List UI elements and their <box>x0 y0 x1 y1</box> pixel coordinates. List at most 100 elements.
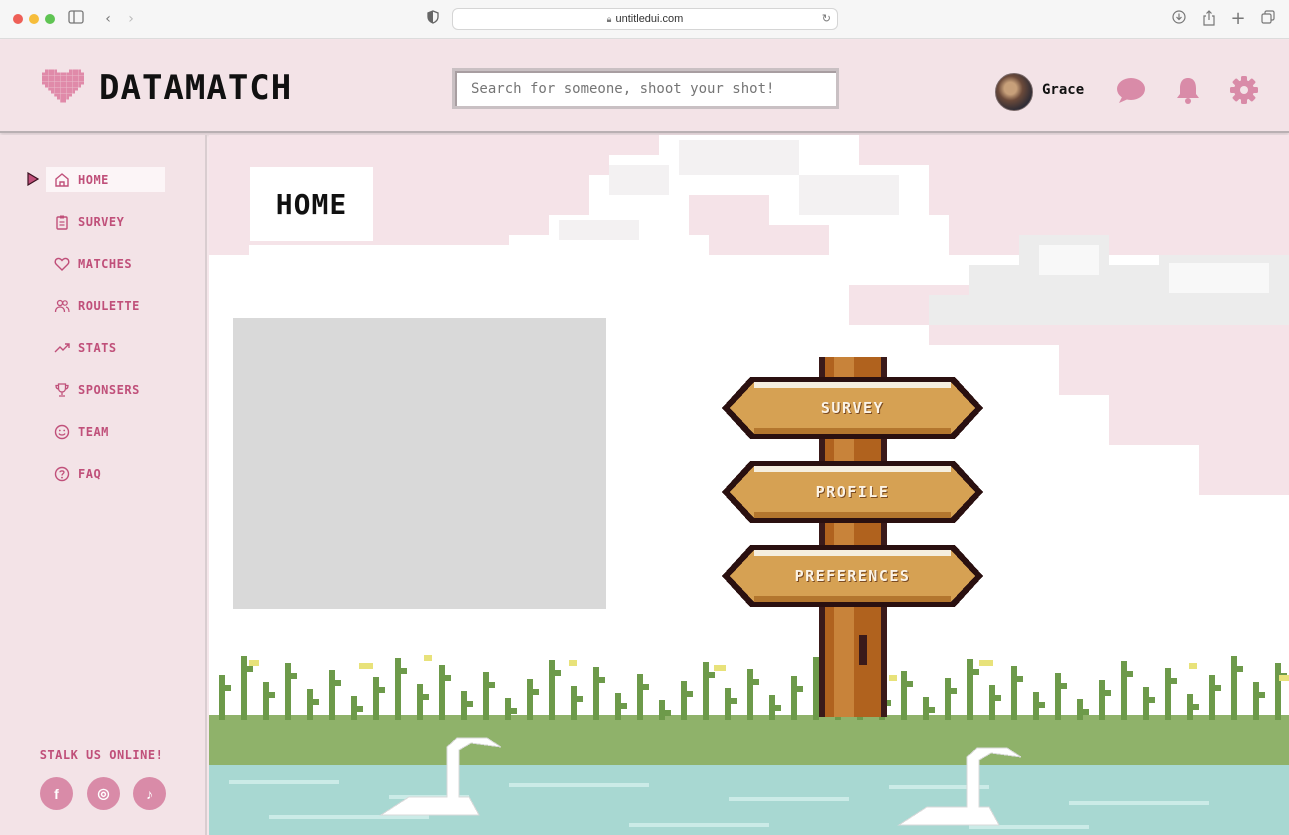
grass-blade <box>1231 656 1237 720</box>
sidebar-item-roulette[interactable]: ROULETTE <box>46 293 165 318</box>
home-icon <box>55 172 69 187</box>
grass-blade <box>307 689 313 720</box>
search-input[interactable] <box>452 68 839 109</box>
sidebar-item-label: FAQ <box>78 466 102 481</box>
chat-icon[interactable] <box>1116 75 1146 105</box>
reload-icon[interactable]: ↻ <box>822 12 831 25</box>
grass-blade <box>445 675 451 681</box>
sidebar: HOME SURVEY MATCHES ROULETTE STATS SPONS… <box>0 135 207 835</box>
facebook-icon: f <box>54 785 59 802</box>
sidebar-item-survey[interactable]: SURVEY <box>46 209 165 234</box>
shield-icon[interactable] <box>424 10 442 28</box>
sidebar-item-stats[interactable]: STATS <box>46 335 165 360</box>
forward-icon[interactable]: › <box>122 10 140 28</box>
grass-blade <box>659 700 665 720</box>
sidebar-item-label: ROULETTE <box>78 298 140 313</box>
grass-blade <box>621 703 627 709</box>
social-heading: STALK US ONLINE! <box>39 748 164 762</box>
sidebar-toggle-icon[interactable] <box>67 10 85 28</box>
grass-blade <box>285 663 291 720</box>
browser-toolbar: ‹ › 🔒︎ untitledui.com ↻ + <box>0 0 1289 39</box>
download-icon[interactable] <box>1170 10 1188 28</box>
image-placeholder <box>233 318 606 609</box>
trophy-icon <box>55 382 69 397</box>
back-icon[interactable]: ‹ <box>99 10 117 28</box>
grass-blade <box>263 682 269 720</box>
profile-sign-button[interactable]: PROFILE <box>720 459 985 525</box>
heart-logo-icon <box>42 69 84 106</box>
grass-blade <box>593 667 599 720</box>
sidebar-item-label: SURVEY <box>78 214 125 229</box>
grass-blade <box>901 671 907 720</box>
grass-blade <box>1055 673 1061 720</box>
close-window-button[interactable] <box>13 14 23 24</box>
sidebar-item-sponsers[interactable]: SPONSERS <box>46 377 165 402</box>
grass-blade <box>1017 676 1023 682</box>
instagram-button[interactable]: ◎ <box>87 777 120 810</box>
tab-overview-icon[interactable] <box>1259 10 1277 28</box>
grass-blade <box>797 686 803 692</box>
username[interactable]: Grace <box>1042 82 1084 98</box>
grass-blade <box>637 674 643 720</box>
grass-blade <box>1237 666 1243 672</box>
grass-blade <box>489 682 495 688</box>
grass-blade <box>599 677 605 683</box>
grass-blade <box>687 691 693 697</box>
url-bar[interactable]: 🔒︎ untitledui.com ↻ <box>452 8 838 30</box>
help-circle-icon <box>54 466 70 481</box>
grass-blade <box>929 707 935 713</box>
tiktok-button[interactable]: ♪ <box>133 777 166 810</box>
grass-blade <box>379 687 385 693</box>
grass-blade <box>527 679 533 720</box>
grass-blade <box>335 680 341 686</box>
sidebar-item-home[interactable]: HOME <box>46 167 165 192</box>
grass-blade <box>1193 704 1199 710</box>
grass-blade <box>247 666 253 672</box>
grass-blade <box>747 669 753 720</box>
grass-blade <box>967 659 973 720</box>
grass-blade <box>1077 699 1083 720</box>
survey-sign-button[interactable]: SURVEY <box>720 375 985 441</box>
grass-blade <box>291 673 297 679</box>
grass-blade <box>923 697 929 720</box>
grass-blade <box>511 708 517 714</box>
sidebar-item-team[interactable]: TEAM <box>46 419 165 444</box>
smile-icon <box>54 424 70 439</box>
grass-blade <box>973 669 979 675</box>
bell-icon[interactable] <box>1173 75 1203 105</box>
grass-blade <box>1083 709 1089 715</box>
page-title: HOME <box>275 187 348 221</box>
grass-blade <box>1061 683 1067 689</box>
grass-blade <box>549 660 555 720</box>
sidebar-item-faq[interactable]: FAQ <box>46 461 165 486</box>
grass-blade <box>681 681 687 720</box>
maximize-window-button[interactable] <box>45 14 55 24</box>
grass-blade <box>225 685 231 691</box>
share-icon[interactable] <box>1200 10 1218 28</box>
tiktok-icon: ♪ <box>146 785 153 802</box>
new-tab-icon[interactable]: + <box>1229 10 1247 28</box>
grass-blade <box>1209 675 1215 720</box>
brand-name[interactable]: DATAMATCH <box>99 68 292 108</box>
heart-icon <box>54 257 70 271</box>
grass-blade <box>423 694 429 700</box>
preferences-sign-button[interactable]: PREFERENCES <box>720 543 985 609</box>
grass-blade <box>1171 678 1177 684</box>
facebook-button[interactable]: f <box>40 777 73 810</box>
gear-icon[interactable] <box>1229 75 1259 105</box>
grass-blade <box>241 656 247 720</box>
grass-blade <box>577 696 583 702</box>
grass-blade <box>505 698 511 720</box>
grass-blade <box>951 688 957 694</box>
grass-blade <box>989 685 995 720</box>
avatar[interactable] <box>995 73 1033 111</box>
grass-blade <box>703 662 709 720</box>
sidebar-item-label: MATCHES <box>78 256 133 271</box>
grass-blade <box>753 679 759 685</box>
sign-label: PROFILE <box>815 483 890 501</box>
grass-blade <box>769 695 775 720</box>
url-text: untitledui.com <box>615 13 684 25</box>
minimize-window-button[interactable] <box>29 14 39 24</box>
grass-blade <box>467 701 473 707</box>
sidebar-item-matches[interactable]: MATCHES <box>46 251 165 276</box>
